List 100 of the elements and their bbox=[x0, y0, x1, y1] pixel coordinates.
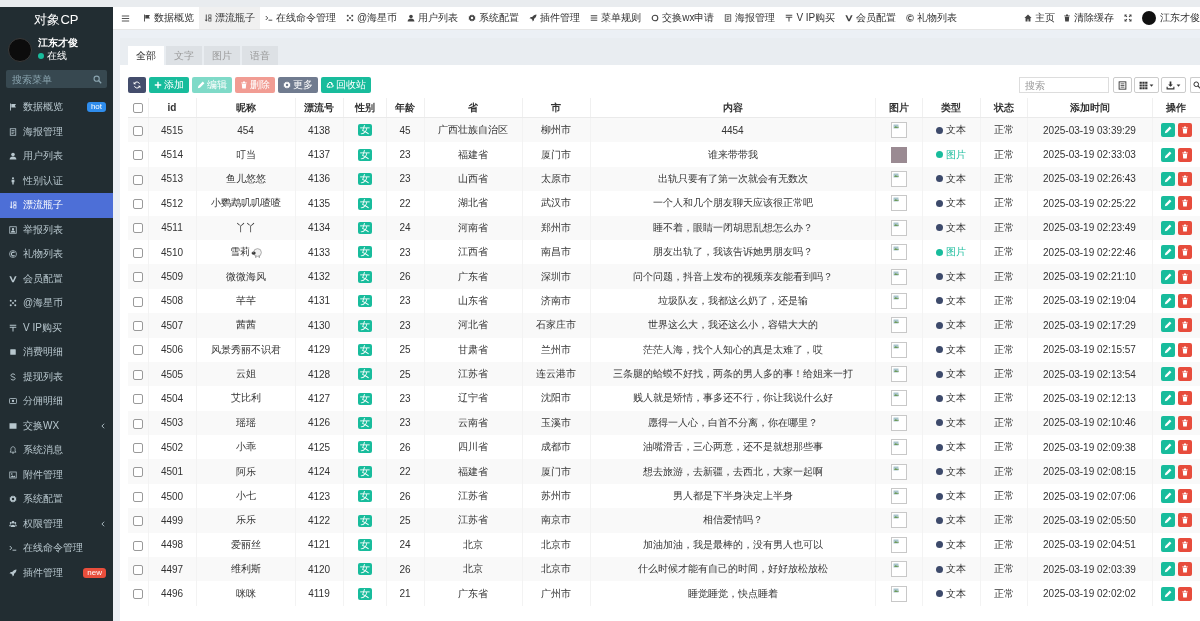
edit-button[interactable] bbox=[1160, 171, 1175, 186]
sidebar-item[interactable]: 数据概览 hot bbox=[0, 95, 113, 120]
edit-button[interactable] bbox=[1160, 537, 1175, 552]
row-checkbox[interactable] bbox=[132, 272, 143, 283]
nav-tab[interactable]: @海星币 bbox=[341, 7, 403, 29]
sidebar-item[interactable]: 交换WX bbox=[0, 413, 113, 438]
nav-tab[interactable]: 用户列表 bbox=[402, 7, 464, 29]
search-button[interactable] bbox=[1190, 77, 1200, 93]
filter-tab[interactable]: 全部 bbox=[128, 46, 164, 65]
delete-button[interactable] bbox=[1177, 440, 1192, 455]
row-checkbox[interactable] bbox=[132, 296, 143, 307]
delete-button[interactable] bbox=[1177, 123, 1192, 138]
delete-button[interactable] bbox=[1177, 318, 1192, 333]
row-checkbox[interactable] bbox=[132, 418, 143, 429]
edit-button[interactable] bbox=[1160, 245, 1175, 260]
row-checkbox[interactable] bbox=[132, 125, 143, 136]
nav-tab[interactable]: 系统配置 bbox=[463, 7, 525, 29]
sidebar-item[interactable]: V IP购买 bbox=[0, 315, 113, 340]
row-checkbox[interactable] bbox=[132, 491, 143, 502]
edit-button[interactable] bbox=[1160, 367, 1175, 382]
nav-tab[interactable]: 菜单规则 bbox=[585, 7, 647, 29]
row-checkbox[interactable] bbox=[132, 247, 143, 258]
delete-button[interactable] bbox=[1177, 367, 1192, 382]
clear-cache-link[interactable]: 清除缓存 bbox=[1063, 11, 1114, 25]
edit-button[interactable] bbox=[1160, 489, 1175, 504]
sidebar-item[interactable]: 礼物列表 bbox=[0, 242, 113, 267]
refresh-button[interactable] bbox=[128, 77, 146, 93]
row-checkbox[interactable] bbox=[132, 345, 143, 356]
edit-button[interactable] bbox=[1160, 562, 1175, 577]
edit-button[interactable] bbox=[1160, 220, 1175, 235]
edit-button[interactable] bbox=[1160, 147, 1175, 162]
delete-button[interactable] bbox=[1177, 220, 1192, 235]
sidebar-item[interactable]: 海报管理 bbox=[0, 119, 113, 144]
edit-button[interactable] bbox=[1160, 269, 1175, 284]
delete-button[interactable] bbox=[1177, 196, 1192, 211]
sidebar-item[interactable]: 提现列表 bbox=[0, 364, 113, 389]
delete-button[interactable] bbox=[1177, 147, 1192, 162]
nav-tab[interactable]: 插件管理 bbox=[524, 7, 586, 29]
delete-button[interactable] bbox=[1177, 537, 1192, 552]
sidebar-item[interactable]: 消费明细 bbox=[0, 340, 113, 365]
delete-button[interactable] bbox=[1177, 464, 1192, 479]
delete-button[interactable] bbox=[1177, 391, 1192, 406]
edit-button[interactable] bbox=[1160, 342, 1175, 357]
nav-tab[interactable]: 礼物列表 bbox=[901, 7, 963, 29]
edit-button[interactable] bbox=[1160, 293, 1175, 308]
delete-button[interactable] bbox=[1177, 415, 1192, 430]
row-checkbox[interactable] bbox=[132, 199, 143, 210]
export-button[interactable] bbox=[1161, 77, 1186, 93]
row-checkbox[interactable] bbox=[132, 540, 143, 551]
search-field[interactable]: 搜索 bbox=[1019, 77, 1109, 93]
row-checkbox[interactable] bbox=[132, 589, 143, 600]
row-checkbox[interactable] bbox=[132, 442, 143, 453]
edit-button[interactable] bbox=[1160, 513, 1175, 528]
edit-button[interactable] bbox=[1160, 196, 1175, 211]
sidebar-item[interactable]: 分佣明细 bbox=[0, 389, 113, 414]
row-checkbox[interactable] bbox=[132, 564, 143, 575]
delete-button[interactable] bbox=[1177, 293, 1192, 308]
edit-button[interactable] bbox=[1160, 318, 1175, 333]
select-all-checkbox[interactable] bbox=[132, 103, 143, 114]
delete-button[interactable] bbox=[1177, 586, 1192, 601]
delete-button[interactable] bbox=[1177, 489, 1192, 504]
sidebar-item[interactable]: 用户列表 bbox=[0, 144, 113, 169]
row-checkbox[interactable] bbox=[132, 174, 143, 185]
more-button[interactable]: 更多 bbox=[278, 77, 318, 93]
row-checkbox[interactable] bbox=[132, 369, 143, 380]
sidebar-item[interactable]: 系统配置 bbox=[0, 487, 113, 512]
delete-button[interactable] bbox=[1177, 245, 1192, 260]
delete-button[interactable] bbox=[1177, 562, 1192, 577]
sidebar-item[interactable]: 漂流瓶子 bbox=[0, 193, 113, 218]
columns-button[interactable] bbox=[1134, 77, 1159, 93]
sidebar-item[interactable]: 附件管理 bbox=[0, 462, 113, 487]
row-checkbox[interactable] bbox=[132, 223, 143, 234]
sidebar-item[interactable]: 系统消息 bbox=[0, 438, 113, 463]
nav-tab[interactable]: 数据概览 bbox=[138, 7, 199, 29]
delete-button[interactable] bbox=[1177, 342, 1192, 357]
sidebar-item[interactable]: 举报列表 bbox=[0, 217, 113, 242]
home-link[interactable]: 主页 bbox=[1024, 11, 1055, 25]
nav-tab[interactable]: 会员配置 bbox=[840, 7, 902, 29]
toggle-view-button[interactable] bbox=[1113, 77, 1132, 93]
edit-button[interactable] bbox=[1160, 586, 1175, 601]
row-checkbox[interactable] bbox=[132, 467, 143, 478]
sidebar-item[interactable]: 会员配置 bbox=[0, 266, 113, 291]
delete-button[interactable] bbox=[1177, 513, 1192, 528]
row-checkbox[interactable] bbox=[132, 394, 143, 405]
row-checkbox[interactable] bbox=[132, 150, 143, 161]
delete-button[interactable] bbox=[1177, 171, 1192, 186]
user-menu[interactable]: 江东才俊 bbox=[1142, 11, 1200, 25]
sidebar-item[interactable]: @海星币 bbox=[0, 291, 113, 316]
nav-tab[interactable]: 漂流瓶子 bbox=[199, 7, 260, 29]
sidebar-item[interactable]: 权限管理 bbox=[0, 511, 113, 536]
edit-button[interactable] bbox=[1160, 123, 1175, 138]
nav-tab[interactable]: 在线命令管理 bbox=[260, 7, 341, 29]
edit-button[interactable] bbox=[1160, 464, 1175, 479]
edit-button[interactable] bbox=[1160, 415, 1175, 430]
nav-tab[interactable]: 交换wx申请 bbox=[646, 7, 720, 29]
sidebar-item[interactable]: 插件管理 new bbox=[0, 560, 113, 585]
sidebar-item[interactable]: 性别认证 bbox=[0, 168, 113, 193]
edit-button[interactable] bbox=[1160, 391, 1175, 406]
nav-tab[interactable]: V IP购买 bbox=[780, 7, 841, 29]
menu-search-field[interactable]: 搜索菜单 bbox=[6, 70, 107, 88]
